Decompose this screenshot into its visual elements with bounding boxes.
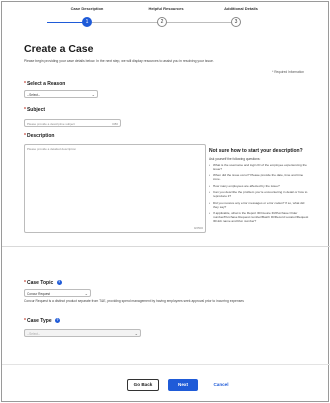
page-title: Create a Case [24, 43, 94, 55]
list-item: If applicable, what is the Report ID/Inv… [209, 211, 309, 223]
info-icon[interactable]: ? [56, 280, 62, 286]
list-item: Can you describe the problem you're enco… [209, 190, 309, 198]
list-item: What is the username and login ID of the… [209, 163, 309, 171]
required-asterisk: * [24, 133, 26, 139]
help-intro: Ask yourself the following questions: [209, 157, 261, 161]
description-char-count: 0/2500 [193, 226, 203, 230]
subject-placeholder: Please provide a descriptive subject [27, 121, 75, 126]
step-label-additional-details: Additional Details [224, 6, 258, 11]
case-topic-value: Concur Request [27, 291, 51, 296]
step-connector [166, 22, 235, 23]
reason-select[interactable]: --Select-- ⌄ [24, 90, 98, 98]
case-topic-label: *Case Topic ? [24, 280, 62, 286]
step-1-indicator: 1 [82, 17, 92, 27]
subject-label: *Subject [24, 107, 46, 113]
required-information-note: * Required Information [272, 70, 304, 74]
description-textarea[interactable]: Please provide a detailed description 0/… [24, 144, 206, 233]
help-title: Not sure how to start your description? [209, 148, 303, 154]
next-button[interactable]: Next [168, 379, 198, 391]
required-asterisk: * [24, 318, 26, 324]
step-label-case-description: Case Description [70, 6, 104, 11]
intro-text: Please begin providing your case details… [24, 59, 214, 63]
case-type-label: *Case Type ? [24, 318, 60, 324]
subject-char-count: 0/80 [112, 121, 118, 126]
section-divider [2, 246, 330, 247]
list-item: When did the issue occur? Please provide… [209, 173, 309, 181]
reason-select-value: --Select-- [27, 92, 41, 97]
list-item: Did you receive any error messages or er… [209, 201, 309, 209]
cancel-button[interactable]: Cancel [207, 379, 235, 391]
help-questions-list: What is the username and login ID of the… [209, 163, 309, 223]
case-topic-description: Concur Request is a distinct product sep… [24, 299, 244, 303]
case-form-window: Case Description Helpful Resources Addit… [1, 1, 330, 402]
chevron-down-icon: ⌄ [134, 331, 138, 336]
progress-stepper: Case Description Helpful Resources Addit… [2, 2, 330, 32]
case-topic-select[interactable]: Concur Request ⌄ [24, 289, 91, 297]
step-2-indicator: 2 [157, 17, 167, 27]
chevron-down-icon: ⌄ [91, 92, 95, 97]
step-label-helpful-resources: Helpful Resources [148, 6, 184, 11]
required-asterisk: * [24, 107, 26, 113]
step-3-indicator: 3 [231, 17, 241, 27]
required-asterisk: * [24, 81, 26, 87]
description-help-panel: Not sure how to start your description? … [209, 148, 309, 225]
description-label: *Description [24, 133, 55, 139]
list-item: How many employees are affected by the i… [209, 184, 309, 188]
description-placeholder: Please provide a detailed description [27, 147, 77, 151]
subject-input[interactable]: Please provide a descriptive subject 0/8… [24, 119, 121, 127]
required-asterisk: * [24, 280, 26, 286]
go-back-button[interactable]: Go Back [127, 379, 159, 391]
chevron-down-icon: ⌄ [84, 291, 88, 296]
info-icon[interactable]: ? [55, 318, 60, 324]
case-type-select[interactable]: --Select-- ⌄ [24, 329, 141, 337]
step-connector-complete [47, 22, 87, 23]
reason-label: *Select a Reason [24, 81, 66, 87]
footer-divider [2, 364, 330, 365]
case-type-value: --Select-- [27, 331, 41, 336]
step-connector [92, 22, 161, 23]
